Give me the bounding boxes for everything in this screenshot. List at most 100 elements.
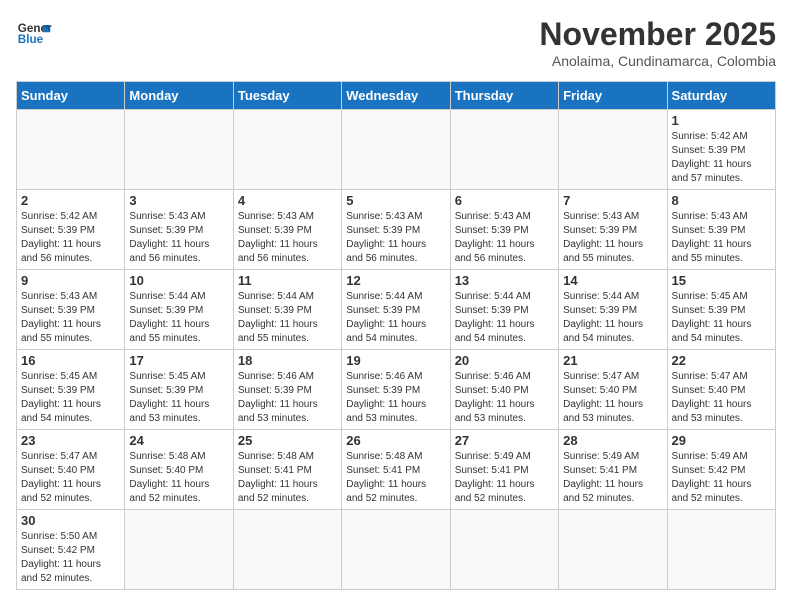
title-block: November 2025 Anolaima, Cundinamarca, Co… (539, 16, 776, 69)
day-info: Sunrise: 5:43 AMSunset: 5:39 PMDaylight:… (563, 210, 662, 266)
calendar-cell: 11Sunrise: 5:44 AMSunset: 5:39 PMDayligh… (233, 270, 341, 350)
calendar-cell: 23 Sunrise: 5:47 AMSunset: 5:40 PMDayligh… (17, 430, 125, 510)
day-number: 4 (238, 193, 337, 208)
calendar-cell (125, 510, 233, 590)
day-info: Sunrise: 5:49 AMSunset: 5:41 PMDaylight:… (455, 450, 554, 506)
calendar-cell (342, 510, 450, 590)
day-number: 18 (238, 353, 337, 368)
calendar-cell: 22 Sunrise: 5:47 AMSunset: 5:40 PMDayligh… (667, 350, 775, 430)
calendar-table: SundayMondayTuesdayWednesdayThursdayFrid… (16, 81, 776, 590)
weekday-header-sunday: Sunday (17, 82, 125, 110)
weekday-header-friday: Friday (559, 82, 667, 110)
day-info: Sunrise: 5:43 AMSunset: 5:39 PMDaylight:… (238, 210, 337, 266)
day-info: Sunrise: 5:48 AMSunset: 5:40 PMDaylight:… (129, 450, 228, 506)
day-info: Sunrise: 5:44 AMSunset: 5:39 PMDaylight:… (563, 290, 662, 346)
day-number: 3 (129, 193, 228, 208)
day-info: Sunrise: 5:42 AMSunset: 5:39 PMDaylight:… (21, 210, 120, 266)
calendar-cell: 17Sunrise: 5:45 AMSunset: 5:39 PMDayligh… (125, 350, 233, 430)
calendar-cell (450, 510, 558, 590)
calendar-week-1: 1Sunrise: 5:42 AMSunset: 5:39 PMDaylight… (17, 110, 776, 190)
calendar-cell (125, 110, 233, 190)
day-number: 19 (346, 353, 445, 368)
day-info: Sunrise: 5:49 AMSunset: 5:41 PMDaylight:… (563, 450, 662, 506)
calendar-cell: 2 Sunrise: 5:42 AMSunset: 5:39 PMDaylight… (17, 190, 125, 270)
day-info: Sunrise: 5:46 AMSunset: 5:40 PMDaylight:… (455, 370, 554, 426)
calendar-cell: 20Sunrise: 5:46 AMSunset: 5:40 PMDayligh… (450, 350, 558, 430)
day-info: Sunrise: 5:43 AMSunset: 5:39 PMDaylight:… (672, 210, 771, 266)
calendar-cell: 4 Sunrise: 5:43 AMSunset: 5:39 PMDaylight… (233, 190, 341, 270)
day-number: 27 (455, 433, 554, 448)
calendar-cell: 7Sunrise: 5:43 AMSunset: 5:39 PMDaylight… (559, 190, 667, 270)
day-number: 28 (563, 433, 662, 448)
calendar-cell: 13Sunrise: 5:44 AMSunset: 5:39 PMDayligh… (450, 270, 558, 350)
day-number: 9 (21, 273, 120, 288)
calendar-cell: 1Sunrise: 5:42 AMSunset: 5:39 PMDaylight… (667, 110, 775, 190)
day-info: Sunrise: 5:45 AMSunset: 5:39 PMDaylight:… (672, 290, 771, 346)
calendar-cell (667, 510, 775, 590)
calendar-week-6: 30Sunrise: 5:50 AMSunset: 5:42 PMDayligh… (17, 510, 776, 590)
day-number: 6 (455, 193, 554, 208)
calendar-cell (559, 110, 667, 190)
weekday-header-monday: Monday (125, 82, 233, 110)
calendar-cell (342, 110, 450, 190)
day-number: 14 (563, 273, 662, 288)
day-info: Sunrise: 5:48 AMSunset: 5:41 PMDaylight:… (238, 450, 337, 506)
calendar-cell: 26 Sunrise: 5:48 AMSunset: 5:41 PMDayligh… (342, 430, 450, 510)
day-info: Sunrise: 5:44 AMSunset: 5:39 PMDaylight:… (129, 290, 228, 346)
day-number: 12 (346, 273, 445, 288)
calendar-cell: 12Sunrise: 5:44 AMSunset: 5:39 PMDayligh… (342, 270, 450, 350)
day-number: 21 (563, 353, 662, 368)
day-number: 10 (129, 273, 228, 288)
logo-icon: General Blue (16, 16, 52, 52)
calendar-week-3: 9Sunrise: 5:43 AMSunset: 5:39 PMDaylight… (17, 270, 776, 350)
day-number: 15 (672, 273, 771, 288)
day-info: Sunrise: 5:49 AMSunset: 5:42 PMDaylight:… (672, 450, 771, 506)
weekday-header-saturday: Saturday (667, 82, 775, 110)
day-info: Sunrise: 5:47 AMSunset: 5:40 PMDaylight:… (563, 370, 662, 426)
location-subtitle: Anolaima, Cundinamarca, Colombia (539, 53, 776, 69)
calendar-cell (17, 110, 125, 190)
day-info: Sunrise: 5:47 AMSunset: 5:40 PMDaylight:… (21, 450, 120, 506)
day-info: Sunrise: 5:43 AMSunset: 5:39 PMDaylight:… (129, 210, 228, 266)
day-number: 30 (21, 513, 120, 528)
day-info: Sunrise: 5:45 AMSunset: 5:39 PMDaylight:… (21, 370, 120, 426)
calendar-week-4: 16 Sunrise: 5:45 AMSunset: 5:39 PMDayligh… (17, 350, 776, 430)
day-number: 25 (238, 433, 337, 448)
month-title: November 2025 (539, 16, 776, 53)
day-number: 1 (672, 113, 771, 128)
calendar-cell: 3 Sunrise: 5:43 AMSunset: 5:39 PMDaylight… (125, 190, 233, 270)
day-number: 2 (21, 193, 120, 208)
calendar-cell (450, 110, 558, 190)
day-number: 26 (346, 433, 445, 448)
day-number: 29 (672, 433, 771, 448)
calendar-cell (559, 510, 667, 590)
calendar-week-2: 2 Sunrise: 5:42 AMSunset: 5:39 PMDaylight… (17, 190, 776, 270)
weekday-header-wednesday: Wednesday (342, 82, 450, 110)
page-header: General Blue November 2025 Anolaima, Cun… (16, 16, 776, 69)
day-info: Sunrise: 5:46 AMSunset: 5:39 PMDaylight:… (346, 370, 445, 426)
weekday-header-thursday: Thursday (450, 82, 558, 110)
calendar-cell: 19 Sunrise: 5:46 AMSunset: 5:39 PMDayligh… (342, 350, 450, 430)
day-info: Sunrise: 5:43 AMSunset: 5:39 PMDaylight:… (455, 210, 554, 266)
calendar-cell: 25 Sunrise: 5:48 AMSunset: 5:41 PMDayligh… (233, 430, 341, 510)
calendar-cell (233, 510, 341, 590)
day-info: Sunrise: 5:46 AMSunset: 5:39 PMDaylight:… (238, 370, 337, 426)
calendar-cell: 14 Sunrise: 5:44 AMSunset: 5:39 PMDayligh… (559, 270, 667, 350)
calendar-cell: 16 Sunrise: 5:45 AMSunset: 5:39 PMDayligh… (17, 350, 125, 430)
day-number: 16 (21, 353, 120, 368)
calendar-cell: 9Sunrise: 5:43 AMSunset: 5:39 PMDaylight… (17, 270, 125, 350)
weekday-header-tuesday: Tuesday (233, 82, 341, 110)
calendar-cell: 27 Sunrise: 5:49 AMSunset: 5:41 PMDayligh… (450, 430, 558, 510)
day-number: 8 (672, 193, 771, 208)
day-info: Sunrise: 5:43 AMSunset: 5:39 PMDaylight:… (346, 210, 445, 266)
calendar-cell: 6 Sunrise: 5:43 AMSunset: 5:39 PMDaylight… (450, 190, 558, 270)
calendar-cell: 21 Sunrise: 5:47 AMSunset: 5:40 PMDayligh… (559, 350, 667, 430)
day-number: 22 (672, 353, 771, 368)
day-info: Sunrise: 5:47 AMSunset: 5:40 PMDaylight:… (672, 370, 771, 426)
day-info: Sunrise: 5:48 AMSunset: 5:41 PMDaylight:… (346, 450, 445, 506)
day-number: 23 (21, 433, 120, 448)
calendar-cell: 29 Sunrise: 5:49 AMSunset: 5:42 PMDayligh… (667, 430, 775, 510)
day-number: 13 (455, 273, 554, 288)
day-number: 11 (238, 273, 337, 288)
calendar-cell: 8 Sunrise: 5:43 AMSunset: 5:39 PMDaylight… (667, 190, 775, 270)
